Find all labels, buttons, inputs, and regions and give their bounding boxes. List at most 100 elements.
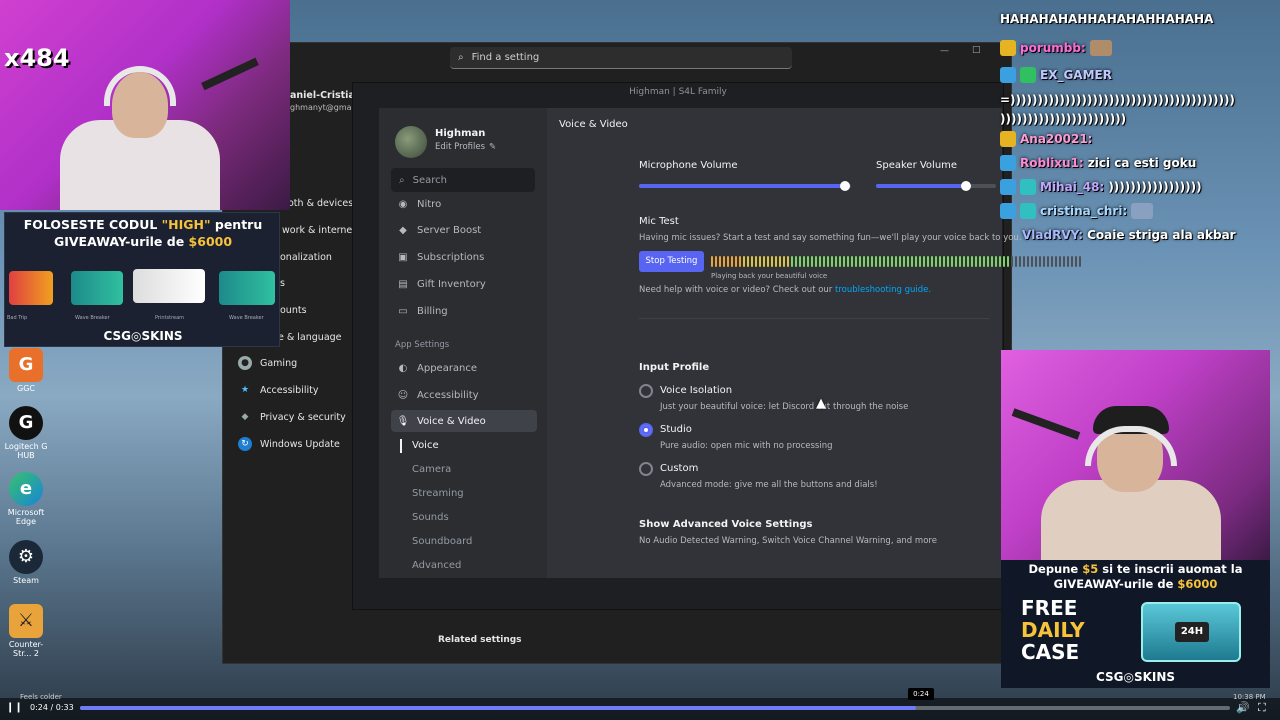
time-tooltip: 0:24 — [908, 688, 934, 700]
meter-bar — [967, 256, 969, 267]
subnav-soundboard[interactable]: Soundboard — [412, 536, 472, 547]
help-prefix: Need help with voice or video? Check out… — [639, 285, 836, 295]
ws-item-privacy[interactable]: ◆ Privacy & security — [238, 408, 346, 426]
microphone-volume-slider[interactable] — [840, 181, 850, 191]
meter-bar — [811, 256, 813, 267]
radio-studio[interactable] — [639, 423, 653, 437]
promo-amount: $6000 — [1177, 577, 1218, 591]
promo-banner-top: FOLOSESTE CODUL "HIGH" pentru GIVEAWAY-u… — [4, 212, 280, 347]
chat-username: Roblixu1: — [1020, 156, 1084, 170]
skin-wave-breaker — [71, 271, 123, 305]
chat-message: porumbb: — [1000, 37, 1112, 59]
desktop-icon-cs2[interactable]: ⚔ Counter-Str... 2 — [4, 604, 48, 658]
meter-bar — [855, 256, 857, 267]
subnav-sounds[interactable]: Sounds — [412, 512, 449, 523]
meter-bar — [871, 256, 873, 267]
ws-fragment-accounts[interactable]: ounts — [280, 305, 307, 316]
sidebar-item-gift-inventory[interactable]: ▤ Gift Inventory — [391, 273, 537, 295]
meter-bar — [863, 256, 865, 267]
subnav-camera[interactable]: Camera — [412, 464, 451, 475]
maximize-icon[interactable]: □ — [972, 45, 981, 55]
subnav-advanced[interactable]: Advanced — [412, 560, 461, 571]
ws-fragment-apps[interactable]: s — [280, 278, 285, 289]
playback-status: Playing back your beautiful voice — [711, 272, 828, 280]
option-voice-isolation-label: Voice Isolation — [660, 385, 733, 396]
ws-fragment-personalization[interactable]: onalization — [280, 252, 332, 263]
meter-bar — [1011, 256, 1013, 267]
skin-label: Printstream — [155, 315, 185, 321]
meter-bar — [1067, 256, 1069, 267]
sub-count: x484 — [4, 44, 70, 72]
meter-bar — [895, 256, 897, 267]
troubleshooting-link[interactable]: troubleshooting guide. — [835, 285, 931, 295]
windows-search-placeholder: Find a setting — [471, 52, 540, 63]
sidebar-search-input[interactable]: ⌕ Search — [391, 168, 535, 192]
sidebar-item-server-boost[interactable]: ◆ Server Boost — [391, 219, 537, 241]
meter-bar — [1015, 256, 1017, 267]
ws-item-gaming[interactable]: ● Gaming — [238, 354, 297, 372]
sidebar-item-billing[interactable]: ▭ Billing — [391, 300, 537, 322]
sidebar-item-nitro[interactable]: ◉ Nitro — [391, 193, 537, 215]
meter-bar — [1063, 256, 1065, 267]
headphones-icon — [104, 66, 176, 106]
ws-item-accessibility[interactable]: ★ Accessibility — [238, 381, 319, 399]
chat-message: Mihai_48: ))))))))))))))))) — [1000, 176, 1202, 198]
chat-message: Roblixu1: zici ca esti goku — [1000, 152, 1196, 174]
meter-bar — [907, 256, 909, 267]
mic-test-description: Having mic issues? Start a test and say … — [639, 233, 1022, 243]
desktop-icon-edge[interactable]: e Microsoft Edge — [4, 472, 48, 526]
meter-bar — [995, 256, 997, 267]
promo-code: "HIGH" — [161, 217, 211, 232]
desktop-icon-ggc[interactable]: G GGC — [4, 348, 48, 393]
meter-bar — [803, 256, 805, 267]
sidebar-item-label: Subscriptions — [417, 251, 485, 263]
desktop-icon-label: Steam — [13, 576, 39, 585]
ws-fragment-network[interactable]: work & internet — [282, 225, 356, 236]
ws-fragment-devices[interactable]: oth & devices — [288, 198, 353, 209]
chat-message: VladRVY: Coaie striga ala akbar — [1000, 224, 1236, 246]
edge-icon: e — [9, 472, 43, 506]
edit-profiles-link[interactable]: Edit Profiles ✎ — [435, 142, 496, 152]
chat-message: HAHAHAHAHHAHAHAHHAHAHA — [1000, 8, 1213, 30]
stop-testing-button[interactable]: Stop Testing — [639, 251, 704, 272]
meter-bar — [791, 256, 793, 267]
sidebar-item-voice-video[interactable]: 🎙 Voice & Video — [391, 410, 537, 432]
desktop-icon-ghub[interactable]: G Logitech G HUB — [4, 406, 48, 460]
sidebar-item-subscriptions[interactable]: ▣ Subscriptions — [391, 246, 537, 268]
related-settings-heading: Related settings — [438, 635, 522, 645]
sidebar-item-label: Accessibility — [417, 389, 479, 401]
avatar[interactable] — [395, 126, 427, 158]
microphone-volume-fill — [639, 184, 845, 188]
ws-item-windows-update[interactable]: ↻ Windows Update — [238, 435, 340, 453]
sidebar-item-accessibility[interactable]: ☺ Accessibility — [391, 384, 537, 406]
speaker-volume-slider[interactable] — [961, 181, 971, 191]
meter-bar — [715, 256, 717, 267]
meter-bar — [927, 256, 929, 267]
ws-item-label: Accessibility — [260, 384, 319, 396]
fullscreen-icon[interactable]: ⛶ — [1258, 701, 1266, 715]
cursor-icon: ▲ — [816, 396, 826, 411]
sidebar-item-appearance[interactable]: ◐ Appearance — [391, 357, 537, 379]
emote-icon — [1089, 40, 1112, 56]
minimize-icon[interactable]: — — [940, 46, 949, 56]
subnav-streaming[interactable]: Streaming — [412, 488, 464, 499]
pause-icon[interactable]: ❙❙ — [6, 702, 23, 713]
meter-bar — [931, 256, 933, 267]
windows-settings-search[interactable]: ⌕ Find a setting — [450, 47, 792, 69]
page-title: Voice & Video — [559, 119, 628, 130]
radio-custom[interactable] — [639, 462, 653, 476]
option-studio-label: Studio — [660, 424, 692, 435]
promo-text: Depune — [1028, 562, 1083, 576]
crown-badge-icon — [1000, 131, 1016, 147]
desktop-icon-steam[interactable]: ⚙ Steam — [4, 540, 48, 585]
promo-banner-bottom: Depune $5 si te inscrii auomat la GIVEAW… — [1001, 560, 1270, 688]
volume-icon[interactable]: 🔊 — [1236, 701, 1250, 714]
chat-text: zici ca esti goku — [1087, 156, 1197, 170]
radio-voice-isolation[interactable] — [639, 384, 653, 398]
advanced-voice-settings-title[interactable]: Show Advanced Voice Settings — [639, 519, 812, 530]
meter-bar — [983, 256, 985, 267]
subnav-voice[interactable]: Voice — [412, 440, 439, 451]
meter-bar — [723, 256, 725, 267]
meter-bar — [831, 256, 833, 267]
ws-fragment-language[interactable]: e & language — [278, 332, 342, 343]
